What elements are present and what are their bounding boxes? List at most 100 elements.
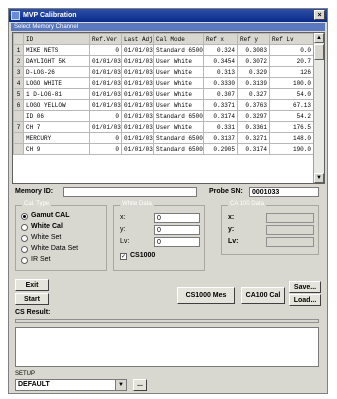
ca100-cal-button[interactable]: CA100 Cal	[241, 287, 285, 304]
table-cell: MERCURY	[23, 132, 90, 144]
table-cell: 0.3174	[237, 143, 270, 155]
radio-gamut-cal[interactable]	[21, 213, 28, 220]
table-cell: 100.0	[269, 77, 314, 89]
column-header[interactable]: Ref y	[237, 33, 270, 45]
table-cell: MIKE NETS	[23, 44, 90, 56]
table-cell: 0.3454	[203, 55, 238, 67]
column-header[interactable]: Ref Lv	[269, 33, 314, 45]
table-cell: 01/01/03	[121, 121, 154, 133]
column-header[interactable]: Ref.Ver	[89, 33, 122, 45]
table-row[interactable]: 6 LOGO YELLOW 01/01/03 01/01/03 User White 0.…	[13, 99, 314, 111]
table-cell: 0.3137	[203, 132, 238, 144]
row-number-cell: 6	[13, 99, 24, 111]
scroll-thumb[interactable]	[314, 44, 324, 60]
table-row[interactable]: CH 9 0 01/01/03 Standard 6500 0.2905 0.3174 19…	[13, 143, 314, 155]
chevron-down-icon[interactable]: ▼	[115, 380, 126, 390]
table-cell: 0.0	[269, 44, 314, 56]
radio-label: White Set	[31, 234, 62, 241]
table-cell: 0.3361	[237, 121, 270, 133]
scroll-down-icon[interactable]: ▼	[314, 173, 324, 183]
white-y-label: y:	[120, 226, 126, 233]
table-cell: Standard 6500	[153, 143, 204, 155]
table-cell: 0.3330	[203, 77, 238, 89]
table-cell: 0.3072	[237, 55, 270, 67]
load-button[interactable]: Load...	[289, 294, 321, 306]
table-cell: D-LOG-26	[23, 66, 90, 78]
table-row[interactable]: 1 MIKE NETS 0 01/01/03 Standard 6500 0.324 0.3…	[13, 44, 314, 56]
row-number-cell: 1	[13, 44, 24, 56]
row-number-cell: 3	[13, 66, 24, 78]
table-cell: 0.3271	[237, 132, 270, 144]
memory-grid[interactable]: ID Ref.Ver Last Adj Cal Mode Ref x Ref y…	[12, 32, 325, 184]
cs1000-measure-button[interactable]: CS1000 Mes	[177, 287, 235, 304]
table-cell: Standard 6500	[153, 44, 204, 56]
white-data-group: White Data x: 0 y: 0 Lv: 0 ✓ CS1000	[113, 201, 205, 271]
table-cell: ID 06	[23, 110, 90, 122]
ca-y-value	[266, 225, 314, 235]
column-header[interactable]: ID	[23, 33, 90, 45]
table-cell: 0.331	[203, 121, 238, 133]
table-cell: 0	[89, 110, 122, 122]
column-header[interactable]: Last Adj	[121, 33, 154, 45]
probe-sn-field[interactable]: 0001033	[249, 187, 319, 197]
table-row[interactable]: 2 DAYLIGHT 5K 01/01/03 01/01/03 User White 0.…	[13, 55, 314, 67]
table-cell: User White	[153, 66, 204, 78]
white-y-field[interactable]: 0	[154, 225, 200, 235]
radio-white-cal[interactable]	[21, 224, 28, 231]
table-cell: 01/01/03	[89, 121, 122, 133]
table-cell: LOGO WHITE	[23, 77, 90, 89]
probe-sn-label: Probe SN:	[209, 188, 243, 195]
table-row[interactable]: 7 CH 7 01/01/03 01/01/03 User White 0.331 0.33…	[13, 121, 314, 133]
ca-lv-value	[266, 237, 314, 247]
table-body: 1 MIKE NETS 0 01/01/03 Standard 6500 0.324 0.3…	[13, 44, 314, 155]
table-cell: 0.307	[203, 88, 238, 100]
table-cell: DAYLIGHT 5K	[23, 55, 90, 67]
table-cell: 0.3083	[237, 44, 270, 56]
column-header[interactable]: Cal Mode	[153, 33, 204, 45]
column-header[interactable]: Ref x	[203, 33, 238, 45]
radio-white-data-set[interactable]	[21, 246, 28, 253]
grid-scrollbar[interactable]: ▲ ▼	[313, 33, 324, 183]
table-cell: 0.327	[237, 88, 270, 100]
setup-browse-button[interactable]: ...	[133, 379, 147, 391]
table-cell: 0	[89, 143, 122, 155]
table-row[interactable]: 4 LOGO WHITE 01/01/03 01/01/03 User White 0.3…	[13, 77, 314, 89]
table-cell: 0.3763	[237, 99, 270, 111]
table-row[interactable]: 3 D-LOG-26 01/01/03 01/01/03 User White 0.313…	[13, 66, 314, 78]
white-x-field[interactable]: 0	[154, 213, 200, 223]
table-cell: 0.313	[203, 66, 238, 78]
table-row[interactable]: ID 06 0 01/01/03 Standard 6500 0.3174 0.3297 5…	[13, 110, 314, 122]
table-cell: 54.2	[269, 110, 314, 122]
white-data-title: White Data	[120, 201, 154, 207]
table-row[interactable]: MERCURY 0 01/01/03 Standard 6500 0.3137 0.327…	[13, 132, 314, 144]
row-number-cell: 4	[13, 77, 24, 89]
window-title: MVP Calibration	[23, 12, 77, 19]
table-cell: 0.3174	[203, 110, 238, 122]
save-button[interactable]: Save...	[289, 281, 321, 293]
table-cell: 01/01/03	[89, 88, 122, 100]
table-cell: 01/01/03	[121, 66, 154, 78]
radio-white-set[interactable]	[21, 235, 28, 242]
column-header[interactable]	[13, 33, 24, 45]
cs-result-text[interactable]	[15, 327, 319, 367]
table-cell: 0	[89, 132, 122, 144]
table-cell: 01/01/03	[121, 110, 154, 122]
table-cell: 190.0	[269, 143, 314, 155]
memory-id-field[interactable]	[63, 187, 197, 197]
cs1000-checkbox[interactable]: ✓	[120, 253, 127, 260]
white-lv-field[interactable]: 0	[154, 237, 200, 247]
table-row[interactable]: 51 D-LOG-81 01/01/03 01/01/03 User White 0.3…	[13, 88, 314, 100]
cal-type-group: Cal. Type Gamut CAL White Cal White Set …	[15, 201, 107, 271]
radio-ir-set[interactable]	[21, 257, 28, 264]
close-button[interactable]: ×	[314, 10, 325, 20]
radio-label: White Cal	[31, 223, 63, 230]
start-button[interactable]: Start	[15, 293, 49, 305]
row-number-cell: 2	[13, 55, 24, 67]
row-number-cell: 7	[13, 121, 24, 133]
cs1000-checkbox-label: CS1000	[130, 252, 156, 259]
setup-select[interactable]: DEFAULT ▼	[15, 379, 127, 391]
scroll-up-icon[interactable]: ▲	[314, 33, 324, 43]
exit-button[interactable]: Exit	[15, 279, 49, 291]
radio-label: Gamut CAL	[31, 212, 70, 219]
row-number-cell	[13, 132, 24, 144]
